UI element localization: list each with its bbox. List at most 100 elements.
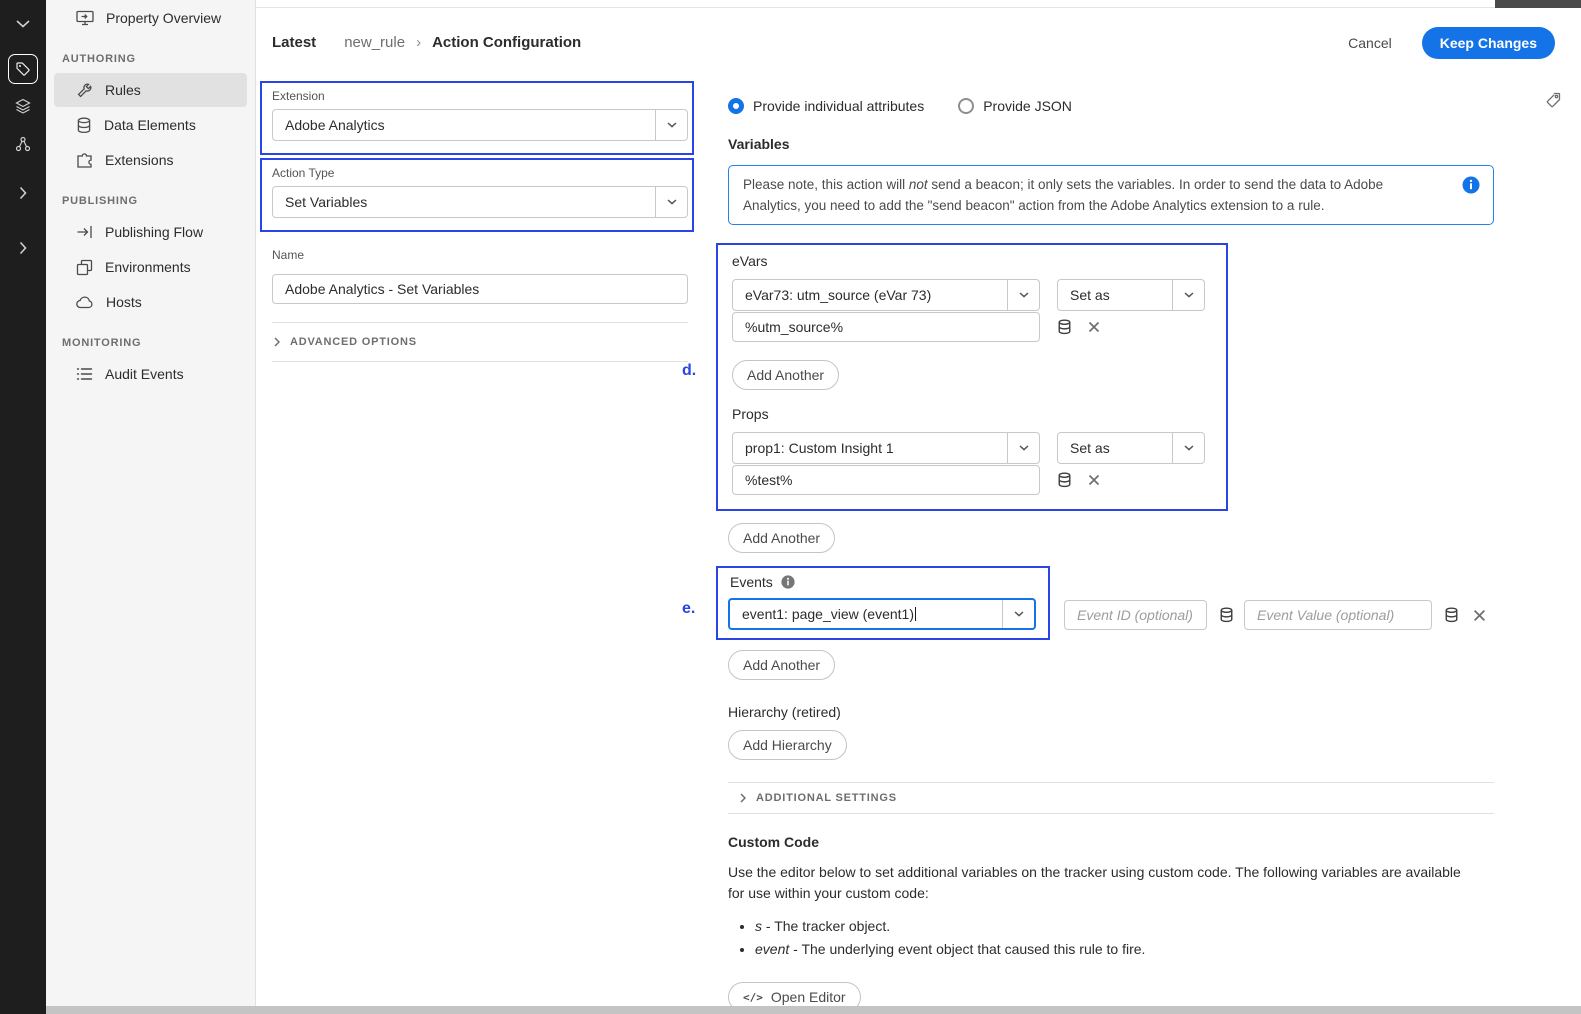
evar-value-row — [732, 312, 1210, 342]
evar-select-value: eVar73: utm_source (eVar 73) — [733, 287, 1007, 303]
sidebar-item-hosts[interactable]: Hosts — [54, 285, 247, 319]
name-group: Name — [272, 248, 688, 304]
events-group: Events event1: page_view (event1) — [728, 566, 1494, 640]
layers-icon[interactable] — [15, 98, 31, 114]
tags-panel-icon[interactable] — [1545, 92, 1561, 108]
sidebar-item-publishing-flow[interactable]: Publishing Flow — [54, 215, 247, 249]
left-nav: Property Overview AUTHORING Rules Data E… — [46, 0, 256, 1014]
horizontal-scrollbar[interactable] — [46, 1006, 1581, 1014]
remove-row-icon[interactable] — [1088, 321, 1100, 333]
chevron-down-icon[interactable] — [16, 20, 30, 28]
expand-panel-icon[interactable] — [19, 186, 27, 200]
custom-code-description: Use the editor below to set additional v… — [728, 862, 1473, 904]
name-input[interactable] — [272, 274, 688, 304]
action-type-select-value: Set Variables — [273, 194, 655, 210]
variables-heading: Variables — [728, 136, 1494, 152]
workflow-icon[interactable] — [15, 136, 31, 152]
sidebar-item-label: Property Overview — [106, 10, 221, 26]
extension-select-value: Adobe Analytics — [273, 117, 655, 133]
radio-label: Provide JSON — [983, 98, 1072, 114]
keep-changes-button[interactable]: Keep Changes — [1422, 27, 1555, 59]
prop-action-select[interactable]: Set as — [1057, 432, 1205, 464]
app-rail — [0, 0, 46, 1014]
remove-row-icon[interactable] — [1088, 474, 1100, 486]
evars-add-another-button[interactable]: Add Another — [732, 360, 839, 390]
prop-value-row — [732, 465, 1210, 495]
prop-select[interactable]: prop1: Custom Insight 1 — [732, 432, 1040, 464]
sidebar-section-publishing: PUBLISHING — [46, 195, 255, 207]
sidebar-item-label: Extensions — [105, 152, 173, 168]
radio-label: Provide individual attributes — [753, 98, 924, 114]
note-emphasis: not — [909, 177, 928, 192]
top-strip — [256, 0, 1581, 8]
prop-row: prop1: Custom Insight 1 Set as — [732, 432, 1210, 464]
prop-value-input[interactable] — [732, 465, 1040, 495]
evar-value-input[interactable] — [732, 312, 1040, 342]
data-element-picker-icon[interactable] — [1219, 607, 1234, 623]
beacon-note-alert: Please note, this action will not send a… — [728, 165, 1494, 225]
sidebar-item-extensions[interactable]: Extensions — [54, 143, 247, 177]
code-icon: </> — [743, 991, 763, 1004]
open-editor-label: Open Editor — [771, 989, 846, 1005]
sidebar-item-property-overview[interactable]: Property Overview — [54, 1, 247, 35]
data-element-picker-icon[interactable] — [1444, 607, 1459, 623]
breadcrumb-version[interactable]: Latest — [272, 34, 316, 51]
advanced-options-accordion[interactable]: ADVANCED OPTIONS — [272, 322, 688, 362]
sidebar-item-audit-events[interactable]: Audit Events — [54, 357, 247, 391]
action-type-group: Action Type Set Variables c. — [272, 158, 688, 232]
chevron-down-icon — [1172, 433, 1204, 463]
hierarchy-heading: Hierarchy (retired) — [728, 704, 1494, 720]
evars-props-group: eVars eVar73: utm_source (eVar 73) Set a… — [728, 243, 1494, 511]
environments-icon — [76, 259, 93, 276]
extension-label: Extension — [272, 89, 686, 103]
chevron-right-icon — [274, 337, 280, 347]
props-add-another-button[interactable]: Add Another — [728, 523, 835, 553]
sidebar-item-label: Rules — [105, 82, 141, 98]
props-heading: Props — [732, 406, 1210, 422]
action-type-select[interactable]: Set Variables — [272, 186, 688, 218]
rules-icon — [76, 82, 93, 99]
hosts-icon — [76, 295, 94, 309]
info-icon[interactable] — [781, 575, 795, 589]
extension-select[interactable]: Adobe Analytics — [272, 109, 688, 141]
event-id-input[interactable] — [1064, 600, 1207, 630]
data-element-picker-icon[interactable] — [1057, 472, 1072, 488]
chevron-down-icon — [1002, 600, 1034, 628]
cancel-button[interactable]: Cancel — [1348, 35, 1392, 51]
event-select[interactable]: event1: page_view (event1) — [728, 598, 1036, 630]
evar-action-select[interactable]: Set as — [1057, 279, 1205, 311]
additional-settings-label: ADDITIONAL SETTINGS — [756, 792, 897, 804]
extension-group: Extension Adobe Analytics b. — [272, 81, 688, 155]
additional-settings-accordion[interactable]: ADDITIONAL SETTINGS — [728, 782, 1494, 814]
radio-provide-json[interactable]: Provide JSON — [958, 98, 1072, 114]
remove-row-icon[interactable] — [1473, 609, 1486, 622]
property-overview-icon — [76, 10, 94, 26]
event-detail-inputs — [1064, 600, 1486, 630]
list-item: s - The tracker object. — [755, 918, 1494, 934]
sidebar-item-label: Hosts — [106, 294, 142, 310]
expand-panel-icon[interactable] — [19, 241, 27, 255]
events-add-another-button[interactable]: Add Another — [728, 650, 835, 680]
sidebar-item-environments[interactable]: Environments — [54, 250, 247, 284]
note-text: Please note, this action will — [743, 177, 909, 192]
content-area: Extension Adobe Analytics b. Action Type… — [256, 77, 1581, 1012]
add-hierarchy-button[interactable]: Add Hierarchy — [728, 730, 847, 760]
page-header: Latest new_rule › Action Configuration C… — [256, 8, 1581, 77]
evar-select[interactable]: eVar73: utm_source (eVar 73) — [732, 279, 1040, 311]
data-element-picker-icon[interactable] — [1057, 319, 1072, 335]
chevron-right-icon — [740, 793, 746, 803]
sidebar-item-label: Environments — [105, 259, 191, 275]
sidebar-item-rules[interactable]: Rules — [54, 73, 247, 107]
events-heading-row: Events — [730, 574, 1038, 590]
text-cursor — [915, 607, 916, 621]
radio-selected-icon — [728, 98, 744, 114]
action-configuration-page: Latest new_rule › Action Configuration C… — [256, 0, 1581, 1014]
event-value-input[interactable] — [1244, 600, 1432, 630]
breadcrumb-rule-name[interactable]: new_rule — [344, 34, 405, 51]
variable-term: s — [755, 918, 762, 934]
info-icon — [1462, 176, 1480, 194]
sidebar-item-data-elements[interactable]: Data Elements — [54, 108, 247, 142]
radio-provide-individual[interactable]: Provide individual attributes — [728, 98, 924, 114]
data-collection-app-icon[interactable] — [8, 54, 38, 84]
page-title: Action Configuration — [432, 34, 581, 51]
